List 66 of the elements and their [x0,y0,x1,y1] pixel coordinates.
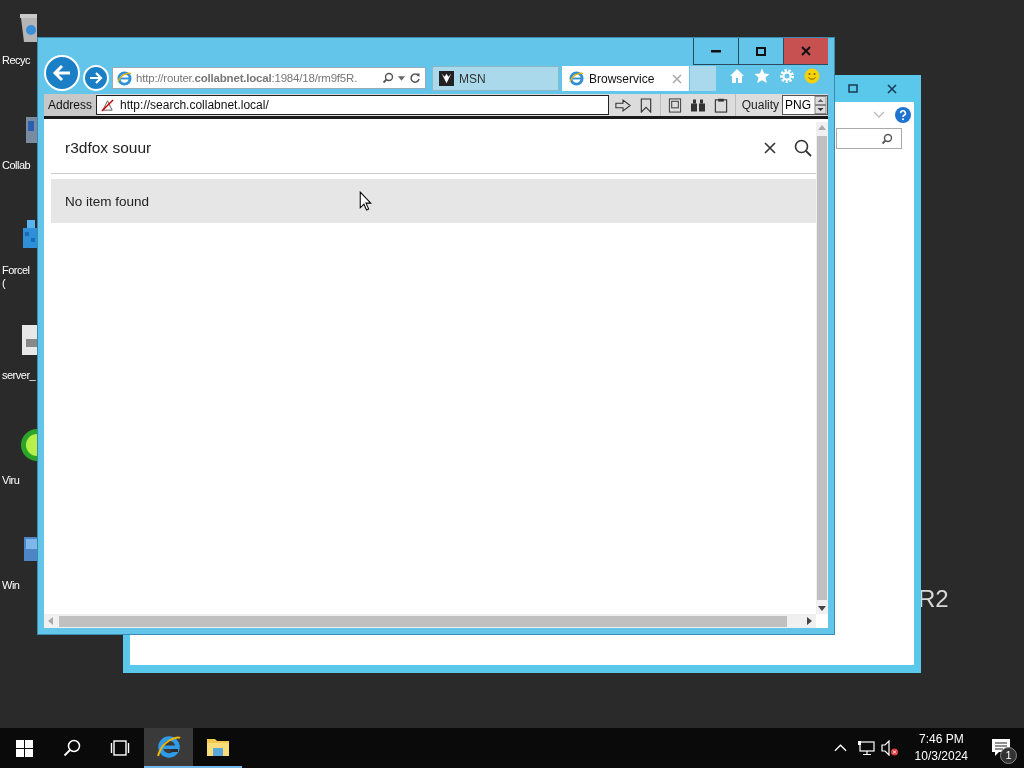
notification-button[interactable]: 1 [978,728,1024,768]
close-icon[interactable] [886,83,897,94]
refresh-icon[interactable] [409,72,421,84]
maximize-icon[interactable] [847,84,858,93]
muted-speaker-icon[interactable] [880,740,899,756]
close-button[interactable] [783,38,828,65]
windows-logo-icon[interactable] [15,739,33,757]
forward-button[interactable] [83,65,109,91]
butterfly-icon [439,71,454,86]
address-bar[interactable]: http://router.collabnet.local:1984/18/rm9f5R. [112,67,426,89]
ie-logo-icon [117,70,132,86]
chevron-up-icon[interactable] [833,744,847,752]
binoculars-icon[interactable] [689,97,706,113]
url-text: http://search.collabnet.local/ [120,98,269,112]
scrollbar-thumb[interactable] [59,615,787,627]
desktop-icon-label: Recyc [2,54,31,67]
maximize-icon[interactable] [756,46,766,56]
mouse-pointer-icon [359,191,372,211]
task-view-icon[interactable] [109,740,131,756]
help-icon[interactable] [895,107,911,123]
go-arrow-icon[interactable] [614,97,631,113]
image-icon[interactable] [666,97,683,113]
spinner-arrows-icon[interactable] [814,96,827,114]
dropdown-arrow-icon[interactable] [398,75,405,81]
scrollbar-thumb[interactable] [817,136,827,600]
folder-icon[interactable] [205,737,230,757]
star-icon[interactable] [754,68,770,84]
desktop-icon-label: server_ [2,369,36,382]
result-text: No item found [65,193,150,209]
search-icon[interactable] [794,138,812,157]
forward-arrow-icon[interactable] [89,72,103,84]
scroll-right-icon[interactable] [807,617,812,625]
search-icon[interactable] [63,739,81,757]
ie-logo-icon [569,71,584,86]
quality-spinner[interactable]: PNG [782,95,828,115]
quality-label: Quality [740,98,781,112]
network-icon[interactable] [856,740,875,756]
search-icon[interactable] [881,132,893,145]
vertical-scrollbar[interactable] [816,122,828,614]
broken-image-icon [101,98,115,112]
clipboard-icon[interactable] [712,97,729,113]
scroll-down-icon[interactable] [818,606,826,611]
url-text: http://router.collabnet.local:1984/18/rm9f5R. [136,72,359,84]
back-button[interactable] [44,55,80,91]
address-field[interactable]: http://search.collabnet.local/ [96,95,609,115]
back-arrow-icon[interactable] [52,64,72,82]
desktop-icon-label: Win [2,579,20,592]
ie-logo-icon[interactable] [155,734,182,760]
horizontal-scrollbar[interactable] [44,614,816,628]
desktop-icon-label: Viru [2,474,20,487]
close-icon[interactable] [801,46,811,56]
clear-icon[interactable] [764,141,776,154]
search-input[interactable]: r3dfox souur [65,138,764,157]
search-icon[interactable] [382,72,394,84]
browser-tab[interactable]: MSN [432,66,559,91]
address-label: Address [44,94,97,116]
desktop-icon-label: Forcel [2,264,30,277]
smiley-icon[interactable] [804,68,820,84]
browser-tab[interactable]: Browservice [562,66,689,91]
clock[interactable]: 7:46 PM 10/3/2024 [904,731,978,765]
desktop-icon-label: ( [2,277,6,290]
desktop-icon-label: Collab [2,159,31,172]
search-field[interactable] [836,128,902,149]
notification-count: 1 [1000,747,1017,764]
minimize-icon[interactable] [711,49,721,53]
minimize-button[interactable] [693,38,738,65]
